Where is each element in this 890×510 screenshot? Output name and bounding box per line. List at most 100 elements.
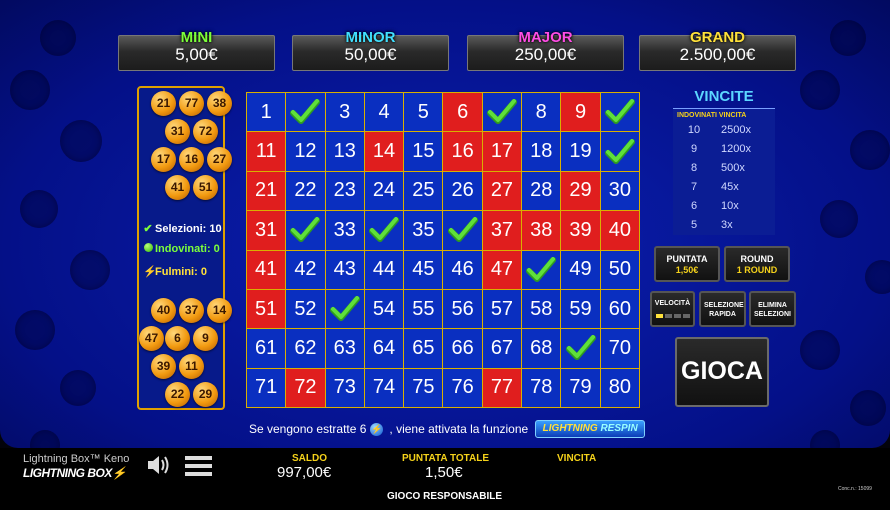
board-cell-77[interactable]: 77 (482, 368, 522, 407)
board-cell-31[interactable]: 31 (247, 211, 286, 250)
board-cell-35[interactable]: 35 (404, 211, 443, 250)
board-cell-43[interactable]: 43 (325, 250, 364, 289)
board-cell-60[interactable]: 60 (600, 289, 639, 329)
drawn-ball: 27 (207, 147, 232, 172)
board-cell-55[interactable]: 55 (404, 289, 443, 329)
board-cell-30[interactable]: 30 (600, 171, 639, 211)
board-cell-22[interactable]: 22 (286, 171, 325, 211)
board-cell-6[interactable]: 6 (443, 93, 482, 132)
board-cell-49[interactable]: 49 (561, 250, 600, 289)
board-cell-7[interactable] (482, 93, 522, 132)
board-cell-50[interactable]: 50 (600, 250, 639, 289)
board-cell-65[interactable]: 65 (404, 329, 443, 368)
board-cell-79[interactable]: 79 (561, 368, 600, 407)
board-cell-56[interactable]: 56 (443, 289, 482, 329)
board-cell-47[interactable]: 47 (482, 250, 522, 289)
board-number: 66 (451, 336, 474, 359)
board-cell-78[interactable]: 78 (522, 368, 561, 407)
board-cell-39[interactable]: 39 (561, 211, 600, 250)
board-cell-76[interactable]: 76 (443, 368, 482, 407)
board-cell-2[interactable] (286, 93, 325, 132)
speed-button[interactable]: VELOCITÀ (650, 291, 695, 327)
board-cell-27[interactable]: 27 (482, 171, 522, 211)
board-cell-11[interactable]: 11 (247, 132, 286, 171)
board-cell-68[interactable]: 68 (522, 329, 561, 368)
jackpot-mini-value: 5,00€ (175, 45, 218, 64)
board-cell-20[interactable] (600, 132, 639, 171)
quick-pick-button[interactable]: SELEZIONE RAPIDA (699, 291, 746, 327)
board-cell-16[interactable]: 16 (443, 132, 482, 171)
board-cell-63[interactable]: 63 (325, 329, 364, 368)
board-cell-25[interactable]: 25 (404, 171, 443, 211)
board-cell-14[interactable]: 14 (364, 132, 404, 171)
board-cell-57[interactable]: 57 (482, 289, 522, 329)
board-cell-73[interactable]: 73 (325, 368, 364, 407)
board-cell-8[interactable]: 8 (522, 93, 561, 132)
board-cell-13[interactable]: 13 (325, 132, 364, 171)
menu-button[interactable] (185, 455, 213, 477)
board-number: 25 (412, 179, 435, 202)
board-cell-52[interactable]: 52 (286, 289, 325, 329)
responsible-gaming-link[interactable]: GIOCO RESPONSABILE (387, 491, 502, 502)
clear-selections-button[interactable]: ELIMINA SELEZIONI (749, 291, 796, 327)
board-cell-15[interactable]: 15 (404, 132, 443, 171)
board-cell-44[interactable]: 44 (364, 250, 404, 289)
board-cell-42[interactable]: 42 (286, 250, 325, 289)
board-cell-21[interactable]: 21 (247, 171, 286, 211)
board-cell-45[interactable]: 45 (404, 250, 443, 289)
board-number: 67 (490, 336, 514, 359)
board-cell-51[interactable]: 51 (247, 289, 286, 329)
board-cell-10[interactable] (600, 93, 639, 132)
sound-button[interactable] (146, 454, 174, 476)
board-number: 37 (490, 218, 514, 241)
speed-segment (673, 314, 681, 318)
board-cell-75[interactable]: 75 (404, 368, 443, 407)
board-cell-59[interactable]: 59 (561, 289, 600, 329)
board-number: 16 (451, 140, 474, 163)
board-cell-24[interactable]: 24 (364, 171, 404, 211)
bet-button[interactable]: PUNTATA 1,50€ (654, 246, 720, 282)
board-cell-61[interactable]: 61 (247, 329, 286, 368)
board-cell-64[interactable]: 64 (364, 329, 404, 368)
board-cell-4[interactable]: 4 (364, 93, 404, 132)
board-cell-69[interactable] (561, 329, 600, 368)
board-cell-38[interactable]: 38 (522, 211, 561, 250)
board-cell-32[interactable] (286, 211, 325, 250)
play-button[interactable]: GIOCA (675, 337, 769, 407)
board-cell-23[interactable]: 23 (325, 171, 364, 211)
background-circle (60, 370, 96, 406)
board-cell-67[interactable]: 67 (482, 329, 522, 368)
board-number: 74 (372, 376, 396, 399)
board-cell-62[interactable]: 62 (286, 329, 325, 368)
board-cell-28[interactable]: 28 (522, 171, 561, 211)
board-cell-54[interactable]: 54 (364, 289, 404, 329)
round-button[interactable]: ROUND 1 ROUND (724, 246, 790, 282)
board-cell-74[interactable]: 74 (364, 368, 404, 407)
board-cell-1[interactable]: 1 (247, 93, 286, 132)
board-cell-37[interactable]: 37 (482, 211, 522, 250)
board-cell-40[interactable]: 40 (600, 211, 639, 250)
board-cell-19[interactable]: 19 (561, 132, 600, 171)
board-cell-26[interactable]: 26 (443, 171, 482, 211)
board-cell-36[interactable] (443, 211, 482, 250)
board-cell-33[interactable]: 33 (325, 211, 364, 250)
board-cell-72[interactable]: 72 (286, 368, 325, 407)
board-cell-3[interactable]: 3 (325, 93, 364, 132)
board-cell-46[interactable]: 46 (443, 250, 482, 289)
board-cell-17[interactable]: 17 (482, 132, 522, 171)
board-cell-66[interactable]: 66 (443, 329, 482, 368)
board-cell-58[interactable]: 58 (522, 289, 561, 329)
board-cell-29[interactable]: 29 (561, 171, 600, 211)
board-cell-48[interactable] (522, 250, 561, 289)
board-cell-41[interactable]: 41 (247, 250, 286, 289)
board-cell-5[interactable]: 5 (404, 93, 443, 132)
board-cell-12[interactable]: 12 (286, 132, 325, 171)
board-cell-34[interactable] (364, 211, 404, 250)
board-cell-70[interactable]: 70 (600, 329, 639, 368)
board-cell-53[interactable] (325, 289, 364, 329)
board-cell-80[interactable]: 80 (600, 368, 639, 407)
paytable-row: 7 45x (673, 178, 775, 197)
board-cell-71[interactable]: 71 (247, 368, 286, 407)
board-cell-18[interactable]: 18 (522, 132, 561, 171)
board-cell-9[interactable]: 9 (561, 93, 600, 132)
